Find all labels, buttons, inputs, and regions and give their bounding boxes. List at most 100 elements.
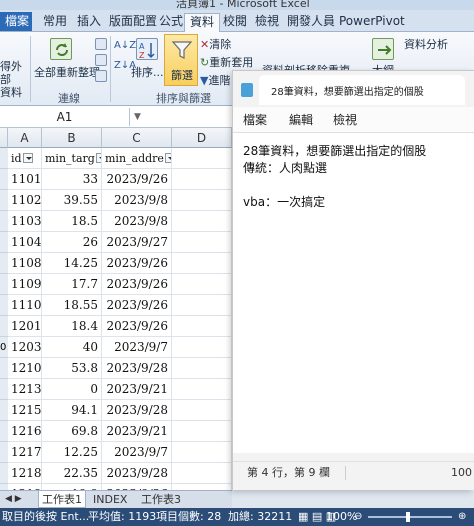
row-header[interactable]: [0, 400, 8, 421]
table-cell[interactable]: 18.5: [42, 211, 102, 232]
row-header[interactable]: [0, 463, 8, 484]
sheet-tab-index[interactable]: INDEX: [90, 491, 130, 508]
refresh-all-button[interactable]: 全部重新整理: [34, 64, 100, 80]
table-cell[interactable]: 2023/9/21: [102, 379, 172, 400]
table-cell[interactable]: 26: [42, 232, 102, 253]
zoom-slider[interactable]: [368, 516, 452, 518]
table-cell[interactable]: 1213: [8, 379, 42, 400]
clear-filter-button[interactable]: ✕清除: [200, 36, 231, 52]
notepad-tab[interactable]: 28筆資料，想要篩選出指定的個股: [259, 75, 465, 105]
table-cell[interactable]: 18.55: [42, 295, 102, 316]
properties-icon[interactable]: [95, 54, 107, 66]
row-header[interactable]: [0, 148, 8, 169]
connections-icon[interactable]: [95, 38, 107, 50]
row-header[interactable]: [0, 169, 8, 190]
row-header[interactable]: [0, 442, 8, 463]
table-cell[interactable]: 2023/9/21: [102, 421, 172, 442]
table-cell[interactable]: 0: [42, 379, 102, 400]
empty-cell[interactable]: [172, 148, 232, 169]
row-header[interactable]: [0, 316, 8, 337]
row-header[interactable]: [0, 190, 8, 211]
tab-data[interactable]: 資料: [184, 13, 221, 32]
advanced-filter-button[interactable]: ▼進階: [200, 72, 230, 88]
zoom-out-icon[interactable]: ⊖: [354, 508, 362, 526]
table-cell[interactable]: 1201: [8, 316, 42, 337]
notepad-menu-edit[interactable]: 編輯: [289, 111, 313, 128]
empty-cell[interactable]: [172, 211, 232, 232]
header-cell-min-addre[interactable]: min_addre: [102, 148, 172, 169]
empty-cell[interactable]: [172, 400, 232, 421]
filter-dropdown-icon[interactable]: [164, 153, 171, 163]
table-cell[interactable]: 2023/9/26: [102, 169, 172, 190]
tab-home[interactable]: 常用: [38, 13, 72, 32]
empty-cell[interactable]: [172, 295, 232, 316]
table-cell[interactable]: 94.1: [42, 400, 102, 421]
empty-cell[interactable]: [172, 337, 232, 358]
filter-dropdown-icon[interactable]: [22, 153, 33, 163]
table-cell[interactable]: 1216: [8, 421, 42, 442]
table-cell[interactable]: 2023/9/8: [102, 190, 172, 211]
notepad-text-area[interactable]: 28筆資料，想要篩選出指定的個股 傳統：人肉點選 vba：一次搞定: [233, 133, 474, 453]
empty-cell[interactable]: [172, 421, 232, 442]
table-cell[interactable]: 1108: [8, 253, 42, 274]
table-cell[interactable]: 2023/9/8: [102, 211, 172, 232]
table-cell[interactable]: 1101: [8, 169, 42, 190]
name-box[interactable]: A1: [0, 108, 130, 126]
table-cell[interactable]: 33: [42, 169, 102, 190]
empty-cell[interactable]: [172, 379, 232, 400]
empty-cell[interactable]: [172, 358, 232, 379]
table-cell[interactable]: 18.4: [42, 316, 102, 337]
table-cell[interactable]: 12.25: [42, 442, 102, 463]
table-cell[interactable]: 40: [42, 337, 102, 358]
tab-powerpivot[interactable]: PowerPivot: [334, 13, 410, 32]
tab-formulas[interactable]: 公式: [154, 13, 188, 32]
column-header-c[interactable]: C: [102, 128, 172, 148]
tab-developer[interactable]: 開發人員: [282, 13, 340, 32]
table-cell[interactable]: 17.7: [42, 274, 102, 295]
namebox-dropdown-icon[interactable]: ▼: [134, 112, 141, 122]
table-cell[interactable]: 1102: [8, 190, 42, 211]
row-header[interactable]: [0, 379, 8, 400]
table-cell[interactable]: 1110: [8, 295, 42, 316]
notepad-menu-view[interactable]: 檢視: [333, 111, 357, 128]
filter-button[interactable]: 篩選: [164, 34, 198, 86]
table-cell[interactable]: 1217: [8, 442, 42, 463]
table-cell[interactable]: 2023/9/7: [102, 337, 172, 358]
empty-cell[interactable]: [172, 232, 232, 253]
table-cell[interactable]: 1215: [8, 400, 42, 421]
empty-cell[interactable]: [172, 253, 232, 274]
row-header[interactable]: [0, 295, 8, 316]
row-header[interactable]: [0, 421, 8, 442]
row-header[interactable]: [0, 274, 8, 295]
table-cell[interactable]: 39.55: [42, 190, 102, 211]
get-external-data-button[interactable]: 得外部 資料: [0, 60, 30, 99]
zoom-in-icon[interactable]: ⊕: [458, 508, 466, 526]
column-header-b[interactable]: B: [42, 128, 102, 148]
notepad-menu-file[interactable]: 檔案: [243, 111, 267, 128]
empty-cell[interactable]: [172, 190, 232, 211]
table-cell[interactable]: 1103: [8, 211, 42, 232]
edit-links-icon[interactable]: [95, 70, 107, 82]
table-cell[interactable]: 1109: [8, 274, 42, 295]
table-cell[interactable]: 1218: [8, 463, 42, 484]
tab-insert[interactable]: 插入: [72, 13, 106, 32]
table-cell[interactable]: 14.25: [42, 253, 102, 274]
table-cell[interactable]: 69.8: [42, 421, 102, 442]
table-cell[interactable]: 2023/9/28: [102, 358, 172, 379]
sheet-nav-arrows[interactable]: ◀ ▶: [2, 491, 25, 508]
table-cell[interactable]: 2023/9/26: [102, 295, 172, 316]
empty-cell[interactable]: [172, 274, 232, 295]
row-header[interactable]: [0, 232, 8, 253]
table-cell[interactable]: 2023/9/7: [102, 442, 172, 463]
table-cell[interactable]: 1104: [8, 232, 42, 253]
tab-review[interactable]: 校閱: [218, 13, 252, 32]
empty-cell[interactable]: [172, 316, 232, 337]
column-header-d[interactable]: D: [172, 128, 232, 148]
empty-cell[interactable]: [172, 463, 232, 484]
select-all-corner[interactable]: [0, 128, 8, 148]
table-cell[interactable]: 1203: [8, 337, 42, 358]
table-cell[interactable]: 2023/9/28: [102, 400, 172, 421]
row-header[interactable]: [0, 211, 8, 232]
data-analysis-button[interactable]: 資料分析: [404, 36, 448, 52]
tab-file[interactable]: 檔案: [0, 12, 32, 31]
